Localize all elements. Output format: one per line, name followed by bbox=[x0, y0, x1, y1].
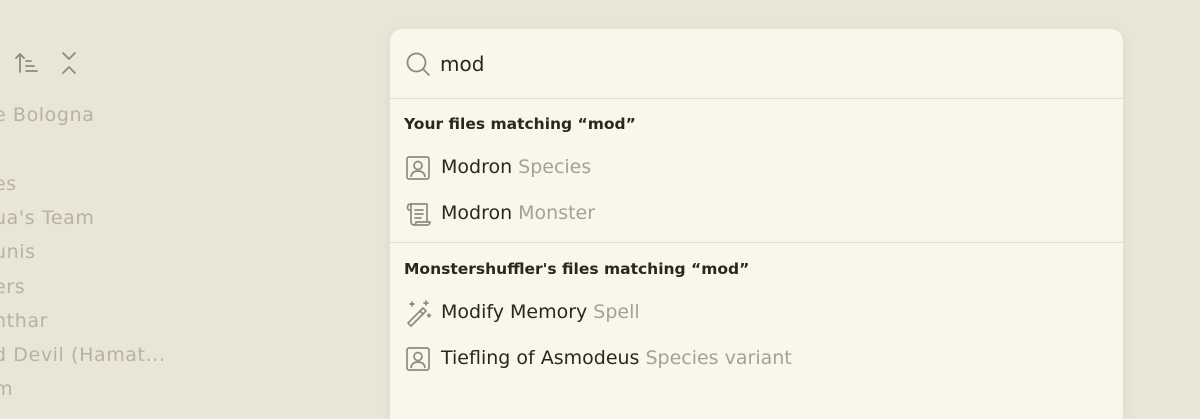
tree-item[interactable]: m bbox=[0, 378, 13, 400]
result-item[interactable]: Tiefling of Asmodeus Species variant bbox=[390, 337, 1123, 381]
tree-item[interactable]: d Devil (Hamat... bbox=[0, 344, 166, 366]
person-portrait-icon bbox=[404, 345, 432, 373]
result-name: Modify Memory bbox=[441, 301, 588, 323]
result-type: Species bbox=[518, 156, 592, 178]
result-name: Modron bbox=[441, 156, 513, 178]
result-type: Monster bbox=[518, 202, 596, 224]
result-name: Modron bbox=[441, 202, 513, 224]
tree-item[interactable]: es bbox=[0, 173, 17, 195]
result-item[interactable]: Modify Memory Spell bbox=[390, 291, 1123, 335]
sidebar: e Bologna es ua's Team unis ers nthar d … bbox=[0, 0, 380, 419]
quick-switcher-panel: Your files matching “mod” ModronSpecies bbox=[390, 29, 1123, 419]
search-bar bbox=[390, 29, 1123, 99]
collapse-all-icon[interactable] bbox=[56, 50, 82, 76]
section-header-shared-files: Monstershuffler's files matching “mod” bbox=[404, 260, 750, 278]
search-icon bbox=[404, 50, 432, 78]
result-name: Tiefling of Asmodeus bbox=[441, 347, 640, 369]
section-divider bbox=[390, 242, 1123, 243]
result-type: Species variant bbox=[645, 347, 792, 369]
tree-item[interactable]: ua's Team bbox=[0, 207, 94, 229]
result-item[interactable]: Modron Species bbox=[390, 146, 1123, 190]
tree-item[interactable]: unis bbox=[0, 241, 36, 263]
tree-item[interactable]: nthar bbox=[0, 310, 48, 332]
tree-item[interactable]: e Bologna bbox=[0, 104, 94, 126]
magic-wand-icon bbox=[404, 299, 432, 327]
tree-item[interactable]: ers bbox=[0, 276, 25, 298]
sort-ascending-icon[interactable] bbox=[13, 50, 39, 76]
result-type: Spell bbox=[593, 301, 640, 323]
scroll-icon bbox=[404, 200, 432, 228]
person-portrait-icon bbox=[404, 154, 432, 182]
result-item[interactable]: Modron Monster bbox=[390, 192, 1123, 236]
section-header-your-files: Your files matching “mod” bbox=[404, 115, 636, 133]
search-input[interactable] bbox=[440, 49, 1100, 79]
